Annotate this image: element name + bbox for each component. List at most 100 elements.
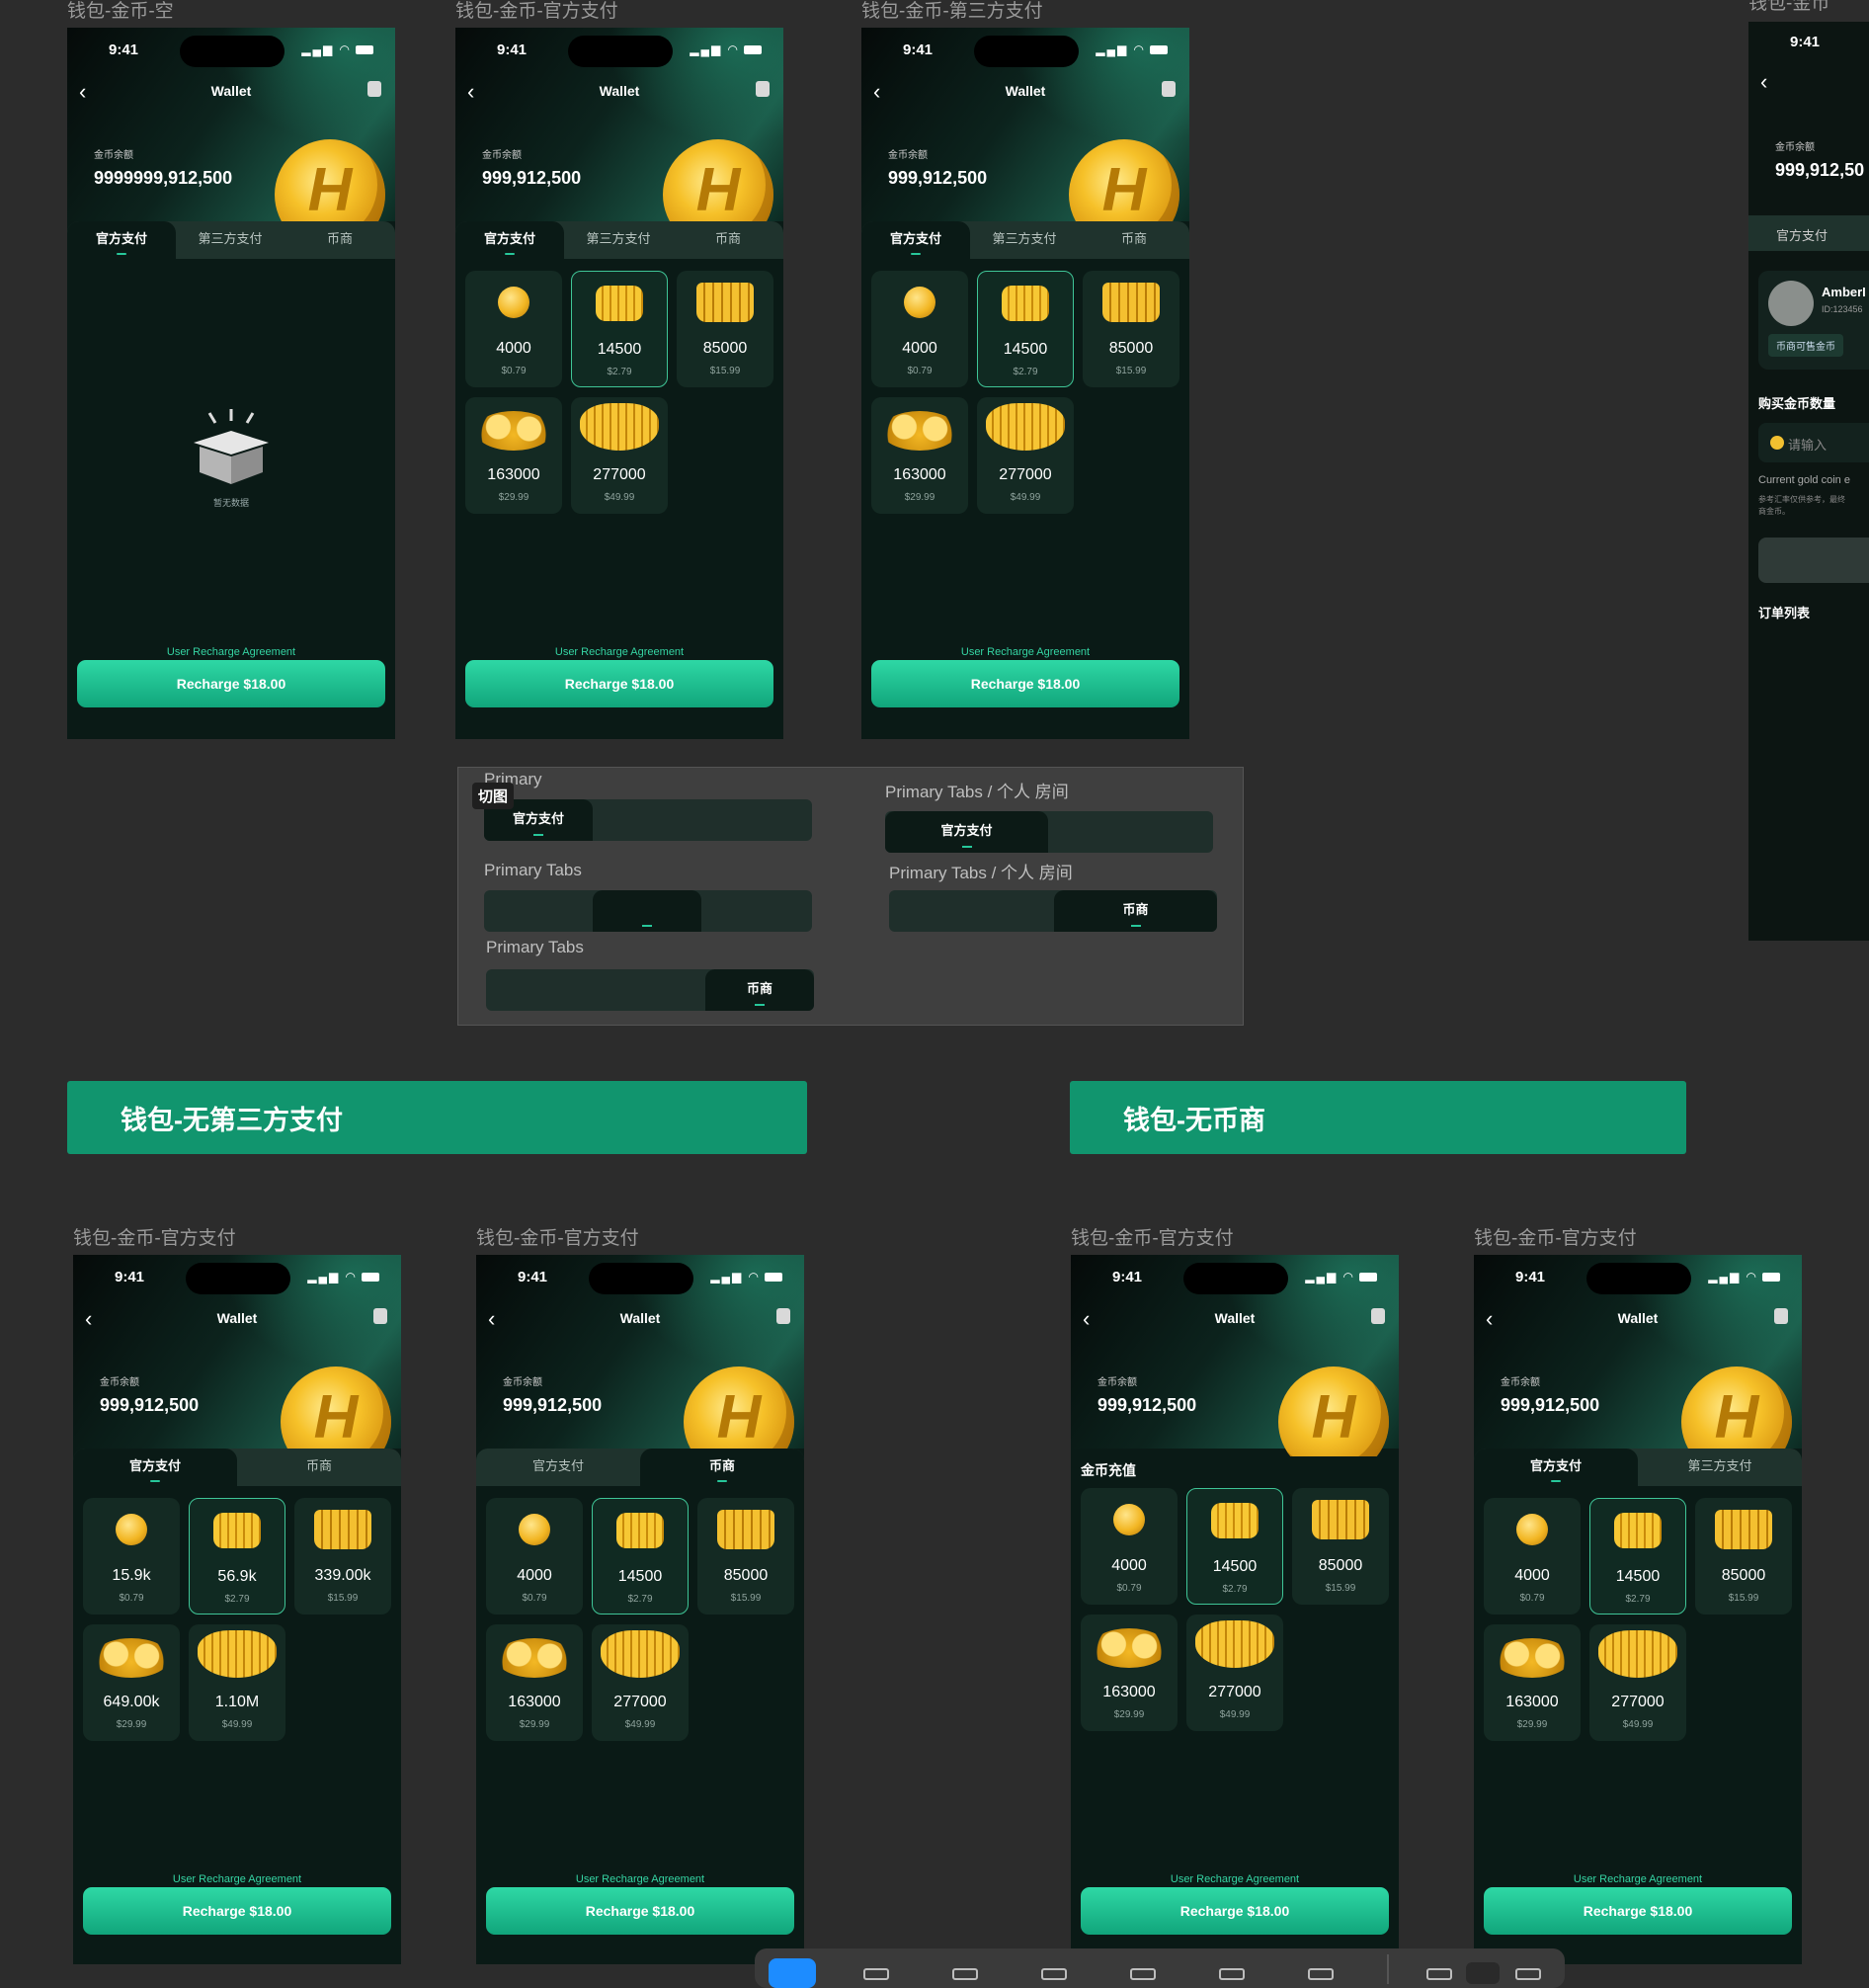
recharge-button[interactable]: Recharge $18.00 [871,660,1179,707]
tab-official[interactable]: 官方支付 [73,1449,237,1486]
coin-pack-card[interactable]: 4000 $0.79 [465,271,562,387]
recharge-agreement-link[interactable]: User Recharge Agreement [67,646,395,658]
tab-merchant[interactable]: 币商 [284,221,395,259]
coin-pack-card[interactable]: 4000 $0.79 [1484,1498,1581,1615]
coin-pack-card[interactable]: 4000 $0.79 [871,271,968,387]
dynamic-island [568,36,673,67]
status-icons: ▂▄▆ ◠ [301,42,373,56]
tab-official[interactable]: 官方支付 [67,221,176,259]
order-list-title[interactable]: 订单列表 [1758,603,1810,621]
coin-pack-card-selected[interactable]: 14500 $2.79 [977,271,1074,387]
move-tool-icon[interactable] [769,1958,816,1988]
tab-merchant[interactable]: 币商 [673,221,783,259]
coin-pack-card[interactable]: 163000 $29.99 [486,1624,583,1741]
coin-pack-card[interactable]: 4000 $0.79 [1081,1488,1178,1605]
status-time: 9:41 [1790,34,1821,50]
records-icon[interactable] [1774,1308,1788,1324]
records-icon[interactable] [776,1308,790,1324]
page-title: Wallet [1005,83,1046,99]
recharge-button[interactable]: Recharge $18.00 [486,1887,794,1935]
tab-official[interactable]: 官方支付 [861,221,970,259]
phone-frame-empty: 9:41 ▂▄▆ ◠ ‹ Wallet 金币余额 9999999,912,500… [67,28,395,739]
coin-pack-card[interactable]: 649.00k $29.99 [83,1624,180,1741]
tab-official[interactable]: 官方支付 [476,1449,640,1486]
coin-pack-card[interactable]: 85000 $15.99 [677,271,773,387]
records-icon[interactable] [1162,81,1176,97]
pack-price: $49.99 [624,1719,656,1730]
pen-tool-icon[interactable] [1041,1968,1067,1980]
coin-pack-card-selected[interactable]: 14500 $2.79 [1186,1488,1283,1605]
coin-pack-card[interactable]: 163000 $29.99 [465,397,562,514]
pack-price: $15.99 [709,366,741,376]
coin-pack-card[interactable]: 277000 $49.99 [977,397,1074,514]
merchant-card[interactable]: AmberI ID:123456 币商可售金币 [1758,271,1869,370]
tab-third-party[interactable]: 第三方支付 [1638,1449,1802,1486]
coin-pack-card[interactable]: 85000 $15.99 [1695,1498,1792,1615]
coin-pack-card[interactable]: 4000 $0.79 [486,1498,583,1615]
recharge-agreement-link[interactable]: User Recharge Agreement [455,646,783,658]
coin-stacks-icon [717,1510,774,1549]
coin-pack-card-selected[interactable]: 14500 $2.79 [1589,1498,1686,1615]
tab-official[interactable]: 官方支付 [1474,1449,1638,1486]
pack-amount: 277000 [999,466,1052,483]
recharge-button[interactable]: Recharge $18.00 [1484,1887,1792,1935]
pack-price: $49.99 [604,492,635,503]
recharge-agreement-link[interactable]: User Recharge Agreement [1071,1873,1399,1885]
coin-pack-card[interactable]: 85000 $15.99 [1083,271,1179,387]
text-tool-icon[interactable] [1130,1968,1156,1980]
coin-pack-card[interactable]: 277000 $49.99 [1186,1615,1283,1731]
recharge-agreement-link[interactable]: User Recharge Agreement [476,1873,804,1885]
tab-official[interactable]: 官方支付 [1776,225,1828,244]
shape-tool-icon[interactable] [952,1968,978,1980]
coin-pack-card[interactable]: 163000 $29.99 [1484,1624,1581,1741]
coin-pile-icon [881,411,958,451]
tab-third-party[interactable]: 第三方支付 [970,221,1079,259]
records-icon[interactable] [1371,1308,1385,1324]
tab-merchant[interactable]: 币商 [1079,221,1189,259]
recharge-button[interactable]: Recharge $18.00 [465,660,773,707]
coin-pack-card[interactable]: 163000 $29.99 [1081,1615,1178,1731]
balance-value: 999,912,500 [888,168,988,188]
mode-icon[interactable] [1426,1968,1452,1980]
coin-pack-card[interactable]: 277000 $49.99 [571,397,668,514]
buy-amount-input[interactable]: 请输入 [1758,423,1869,462]
coin-pack-card-selected[interactable]: 56.9k $2.79 [189,1498,285,1615]
recharge-agreement-link[interactable]: User Recharge Agreement [1474,1873,1802,1885]
coin-pack-card[interactable]: 163000 $29.99 [871,397,968,514]
recharge-button[interactable]: Recharge $18.00 [83,1887,391,1935]
coin-pack-card[interactable]: 85000 $15.99 [1292,1488,1389,1605]
tab-slice [484,890,812,932]
tab-third-party[interactable]: 第三方支付 [564,221,673,259]
tab-merchant[interactable]: 币商 [237,1449,401,1486]
code-icon[interactable] [1515,1968,1541,1980]
coin-pack-card-selected[interactable]: 14500 $2.79 [571,271,668,387]
buy-button[interactable] [1758,538,1869,583]
recharge-agreement-link[interactable]: User Recharge Agreement [861,646,1189,658]
dev-mode-toggle[interactable] [1466,1962,1500,1984]
records-icon[interactable] [373,1308,387,1324]
recharge-button[interactable]: Recharge $18.00 [77,660,385,707]
tab-official[interactable]: 官方支付 [455,221,564,259]
coin-pack-card[interactable]: 1.10M $49.99 [189,1624,285,1741]
balance-label: 金币余额 [1097,1377,1137,1388]
records-icon[interactable] [367,81,381,97]
recharge-button[interactable]: Recharge $18.00 [1081,1887,1389,1935]
comment-tool-icon[interactable] [1219,1968,1245,1980]
recharge-agreement-link[interactable]: User Recharge Agreement [73,1873,401,1885]
coin-pack-card[interactable]: 85000 $15.99 [697,1498,794,1615]
balance-value: 999,912,500 [482,168,582,188]
payment-tabs: 官方支付 第三方支付 币商 [861,221,1189,259]
tab-slice: 官方支付 [484,799,812,841]
coin-pack-card[interactable]: 339.00k $15.99 [294,1498,391,1615]
coin-pack-card[interactable]: 277000 $49.99 [592,1624,689,1741]
tab-third-party[interactable]: 第三方支付 [176,221,284,259]
back-icon[interactable]: ‹ [1760,69,1767,95]
plugin-tool-icon[interactable] [1308,1968,1334,1980]
frame-tool-icon[interactable] [863,1968,889,1980]
slice-label: Primary Tabs [484,861,582,879]
tab-merchant[interactable]: 币商 [640,1449,804,1486]
coin-pack-card[interactable]: 277000 $49.99 [1589,1624,1686,1741]
records-icon[interactable] [756,81,770,97]
coin-pack-card-selected[interactable]: 14500 $2.79 [592,1498,689,1615]
coin-pack-card[interactable]: 15.9k $0.79 [83,1498,180,1615]
